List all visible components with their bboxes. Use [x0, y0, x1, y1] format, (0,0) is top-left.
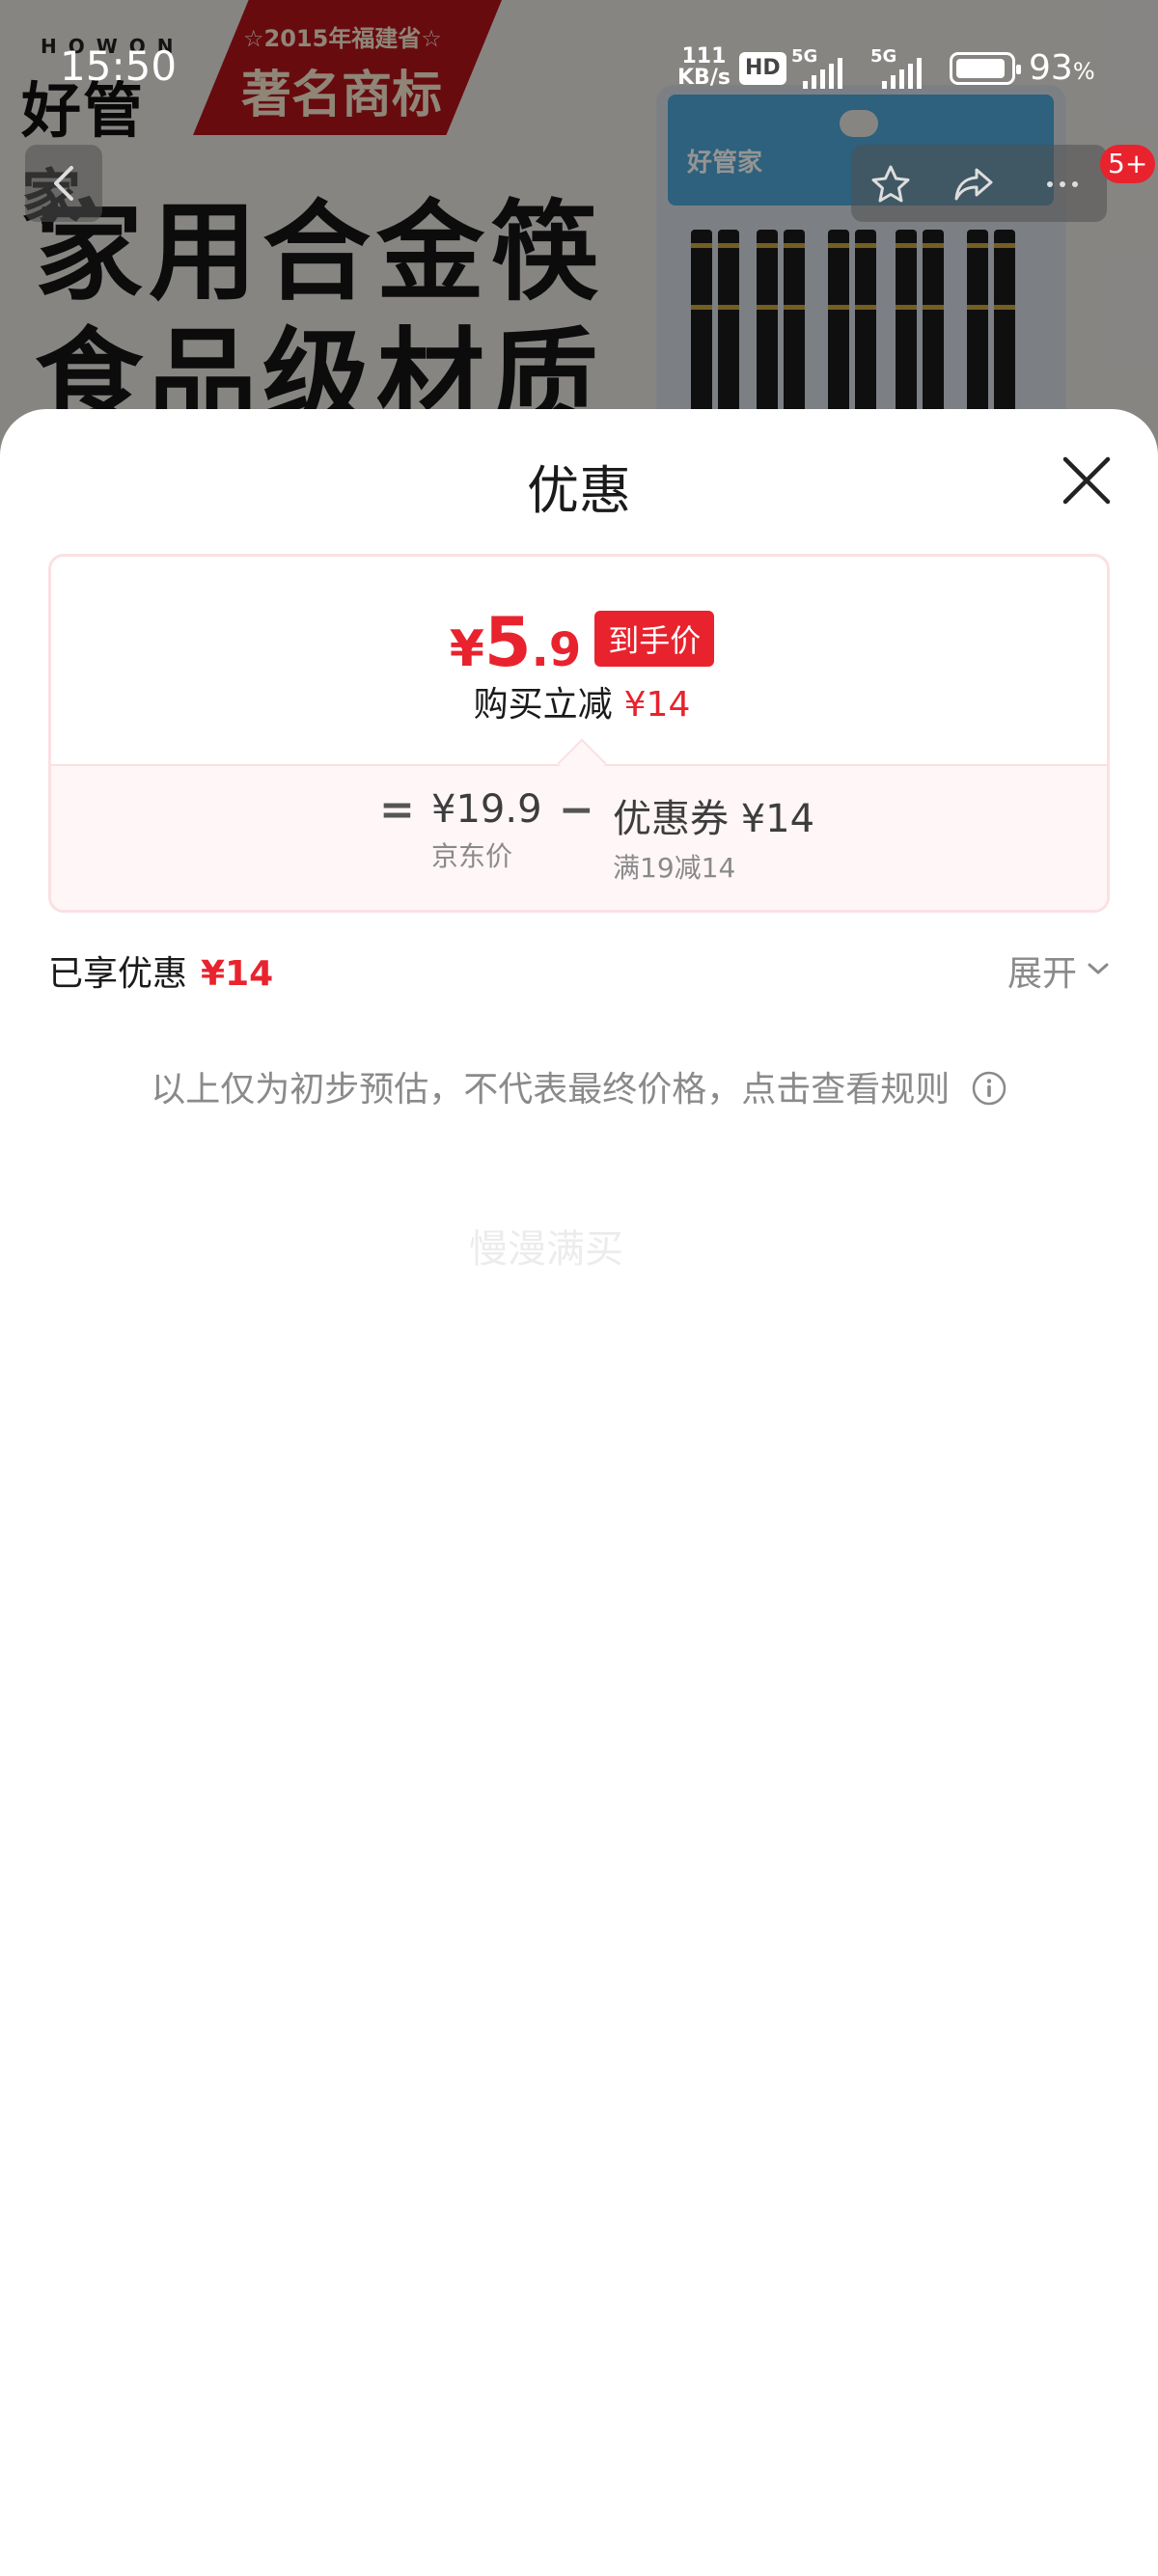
network-speed-value: 111 [681, 44, 727, 69]
notification-badge: 5+ [1100, 145, 1156, 183]
screen: HOWON 好管家 ☆2015年福建省☆ 著名商标 家用合金筷 食品级材质 好管… [0, 0, 1158, 2576]
coupon: 优惠券 ¥14 满19减14 [613, 787, 814, 886]
chevron-down-icon [1088, 963, 1109, 974]
hd-icon: HD [739, 52, 786, 85]
expand-button[interactable]: 展开 [1007, 945, 1109, 996]
saving-amount: ¥14 [623, 685, 691, 725]
top-actions [851, 145, 1107, 222]
base-price-value: ¥19.9 [431, 787, 542, 832]
battery-percentage: 93% [1029, 48, 1095, 88]
disclaimer-text: 以上仅为初步预估，不代表最终价格，点击查看规则 [151, 1070, 951, 1110]
close-icon[interactable] [1058, 452, 1116, 509]
final-price-row: ¥ 5 .9 到手价 [51, 603, 1107, 682]
price-breakdown-card: ¥ 5 .9 到手价 购买立减 ¥14 = ¥19.9 京东价 − 优惠券 ¥14… [48, 554, 1110, 913]
faded-toast-text: 慢漫满买 [469, 1227, 623, 1272]
base-price: ¥19.9 京东价 [431, 787, 542, 874]
purchase-saving: 购买立减 ¥14 [51, 676, 1107, 726]
signal-icon: 5G [791, 46, 859, 89]
coupon-value: 优惠券 ¥14 [613, 797, 815, 841]
share-icon[interactable] [951, 162, 996, 206]
enjoyed-discount: 已享优惠 ¥14 [48, 945, 273, 996]
info-icon [972, 1071, 1006, 1106]
star-icon[interactable] [868, 162, 913, 206]
enjoyed-amount: ¥14 [201, 954, 274, 994]
status-bar: 15:50 111 KB/s HD 5G 5G 93% [0, 0, 1158, 135]
enjoyed-label: 已享优惠 [48, 954, 188, 994]
base-price-label: 京东价 [431, 840, 513, 872]
discount-sheet: 优惠 ¥ 5 .9 到手价 购买立减 ¥14 = ¥19.9 京东价 − 优惠券… [0, 409, 1158, 2576]
network-speed-unit: KB/s [677, 66, 731, 90]
battery-icon [950, 52, 1021, 85]
final-price-tag: 到手价 [594, 611, 715, 667]
signal-icon: 5G [870, 46, 938, 89]
final-price: ¥ 5 .9 [449, 603, 582, 682]
chevron-left-icon [54, 166, 73, 201]
equals-sign: = [379, 785, 415, 835]
sheet-title: 优惠 [527, 460, 631, 521]
price-rule-link[interactable]: 以上仅为初步预估，不代表最终价格，点击查看规则 [0, 1061, 1158, 1111]
expand-label: 展开 [1007, 954, 1078, 994]
minus-sign: − [559, 785, 594, 835]
back-button[interactable] [25, 145, 102, 222]
saving-label: 购买立减 [473, 685, 613, 725]
more-icon[interactable] [1040, 162, 1085, 206]
coupon-condition: 满19减14 [613, 852, 736, 884]
network-speed: 111 KB/s [677, 46, 731, 89]
status-time: 15:50 [60, 42, 178, 90]
